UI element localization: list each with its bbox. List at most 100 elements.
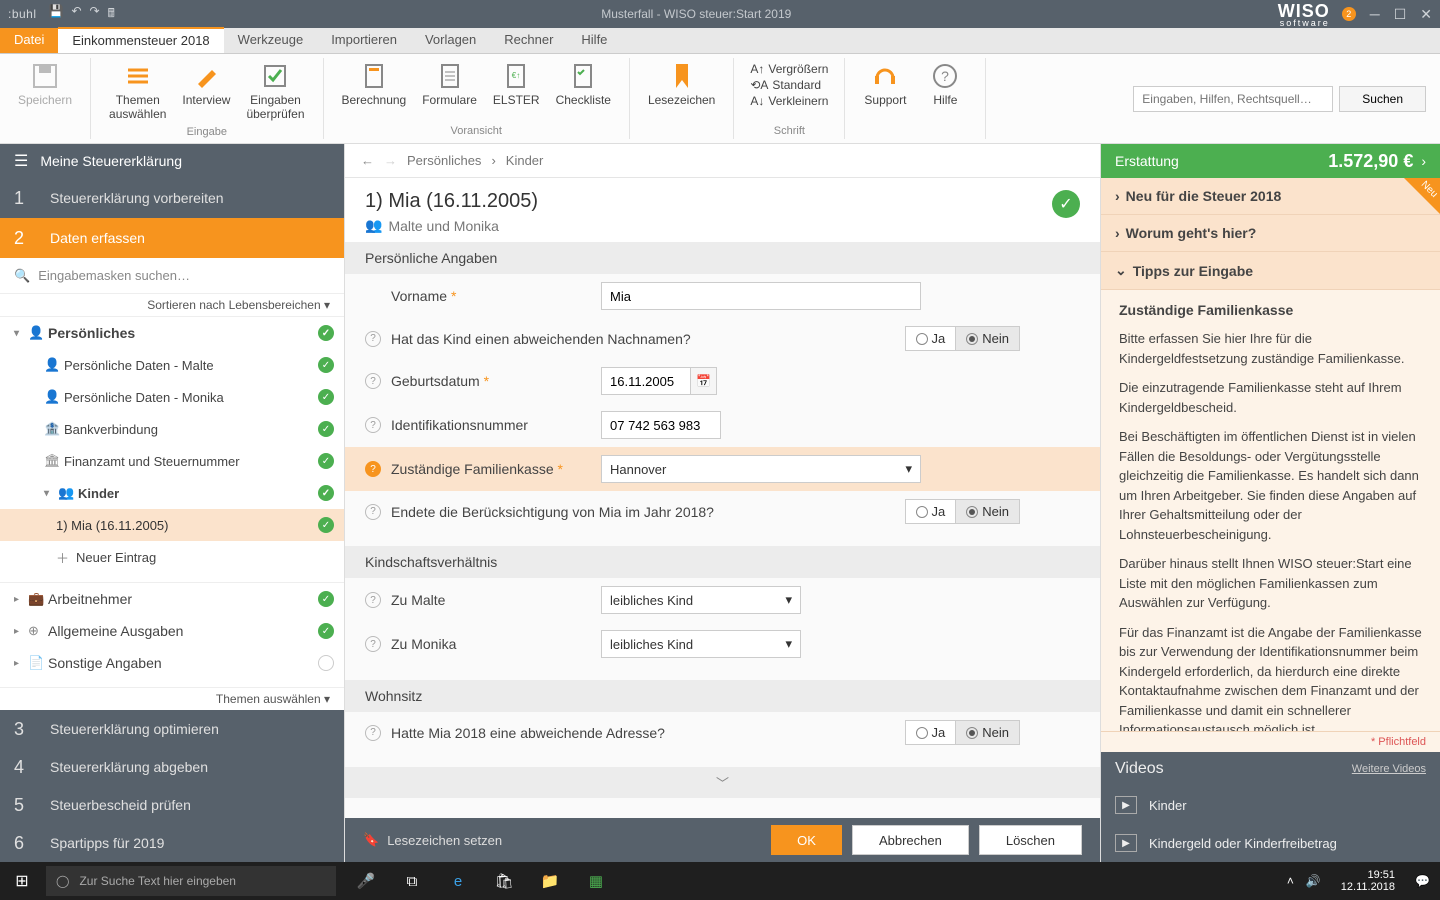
taskview-icon[interactable]: ⧉ bbox=[392, 866, 432, 896]
radio-ja[interactable]: Ja bbox=[905, 720, 957, 745]
acc-worum[interactable]: ›Worum geht's hier? bbox=[1101, 215, 1440, 252]
help-icon[interactable]: ? bbox=[365, 636, 381, 652]
clock[interactable]: 19:51 12.11.2018 bbox=[1333, 869, 1403, 893]
tray-chevron-icon[interactable]: ˄ bbox=[1287, 874, 1294, 888]
geburtsdatum-input[interactable] bbox=[601, 367, 691, 395]
start-button[interactable]: ⊞ bbox=[0, 871, 44, 891]
step-6[interactable]: 6Spartipps für 2019 bbox=[0, 824, 344, 862]
radio-ja[interactable]: Ja bbox=[905, 499, 957, 524]
search-input[interactable] bbox=[1133, 86, 1333, 112]
tree-mia[interactable]: 1) Mia (16.11.2005) ✓ bbox=[0, 509, 344, 541]
step-5[interactable]: 5Steuerbescheid prüfen bbox=[0, 786, 344, 824]
step-1[interactable]: 1 Steuererklärung vorbereiten bbox=[0, 178, 344, 218]
help-icon[interactable]: ? bbox=[365, 373, 381, 389]
radio-ja[interactable]: Ja bbox=[905, 326, 957, 351]
help-icon[interactable]: ? bbox=[365, 504, 381, 520]
taskbar-search[interactable]: ◯ Zur Suche Text hier eingeben bbox=[46, 866, 336, 896]
sidebar-search[interactable]: 🔍 Eingabemasken suchen… bbox=[0, 258, 344, 294]
cancel-button[interactable]: Abbrechen bbox=[852, 825, 969, 855]
minimize-icon[interactable]: ─ bbox=[1370, 6, 1380, 23]
ribbon-checkliste[interactable]: Checkliste bbox=[548, 58, 619, 125]
tree-kinder[interactable]: ▾ 👥 Kinder ✓ bbox=[0, 477, 344, 509]
tree-persoenliches[interactable]: ▾ 👤 Persönliches ✓ bbox=[0, 317, 344, 349]
radio-nein[interactable]: Nein bbox=[956, 499, 1020, 524]
search-button[interactable]: Suchen bbox=[1339, 86, 1426, 112]
sidebar-sort[interactable]: Sortieren nach Lebensbereichen ▾ bbox=[0, 294, 344, 317]
acc-neu[interactable]: ›Neu für die Steuer 2018 bbox=[1101, 178, 1440, 215]
sidebar-header[interactable]: ☰ Meine Steuererklärung bbox=[0, 144, 344, 178]
expand-section[interactable]: ﹀ bbox=[345, 767, 1100, 798]
breadcrumb-item[interactable]: Persönliches bbox=[407, 153, 481, 168]
step-3[interactable]: 3Steuererklärung optimieren bbox=[0, 710, 344, 748]
tab-einkommensteuer[interactable]: Einkommensteuer 2018 bbox=[58, 27, 223, 53]
tab-importieren[interactable]: Importieren bbox=[317, 28, 411, 53]
radio-nein[interactable]: Nein bbox=[956, 720, 1020, 745]
video-kinder[interactable]: ▶ Kinder bbox=[1101, 786, 1440, 824]
ribbon-berechnung[interactable]: Berechnung bbox=[334, 58, 415, 125]
delete-button[interactable]: Löschen bbox=[979, 825, 1082, 855]
tab-hilfe[interactable]: Hilfe bbox=[567, 28, 621, 53]
help-icon[interactable]: ? bbox=[365, 417, 381, 433]
tree-bank[interactable]: 🏦 Bankverbindung ✓ bbox=[0, 413, 344, 445]
ribbon-lesezeichen[interactable]: Lesezeichen bbox=[640, 58, 723, 137]
nav-forward-icon[interactable]: → bbox=[384, 153, 397, 168]
ribbon-elster[interactable]: €↑ ELSTER bbox=[485, 58, 548, 125]
undo-icon[interactable]: ↶ bbox=[71, 4, 81, 25]
app-icon[interactable]: ▦ bbox=[576, 866, 616, 896]
tree-malte[interactable]: 👤 Persönliche Daten - Malte ✓ bbox=[0, 349, 344, 381]
familienkasse-select[interactable]: Hannover▾ bbox=[601, 455, 921, 483]
calendar-icon[interactable]: 📅 bbox=[691, 367, 717, 395]
zu-malte-select[interactable]: leibliches Kind▾ bbox=[601, 586, 801, 614]
step-2[interactable]: 2 Daten erfassen bbox=[0, 218, 344, 258]
tree-monika[interactable]: 👤 Persönliche Daten - Monika ✓ bbox=[0, 381, 344, 413]
vorname-input[interactable] bbox=[601, 282, 921, 310]
zu-monika-select[interactable]: leibliches Kind▾ bbox=[601, 630, 801, 658]
ribbon-eingaben-pruefen[interactable]: Eingaben überprüfen bbox=[238, 58, 312, 126]
calc-icon[interactable]: 🖩 bbox=[108, 4, 115, 25]
ribbon-hilfe[interactable]: ? Hilfe bbox=[915, 58, 975, 137]
ribbon-support[interactable]: Support bbox=[855, 58, 915, 137]
edge-icon[interactable]: e bbox=[438, 866, 478, 896]
tab-werkzeuge[interactable]: Werkzeuge bbox=[224, 28, 318, 53]
ribbon-themen[interactable]: Themen auswählen bbox=[101, 58, 174, 126]
ribbon-interview[interactable]: Interview bbox=[174, 58, 238, 126]
help-icon[interactable]: ? bbox=[365, 592, 381, 608]
tree-sonstige[interactable]: ▸ 📄 Sonstige Angaben bbox=[0, 647, 344, 679]
breadcrumb-item[interactable]: Kinder bbox=[506, 153, 544, 168]
save-icon[interactable]: 💾 bbox=[49, 4, 64, 25]
radio-nein[interactable]: Nein bbox=[956, 326, 1020, 351]
video-kindergeld[interactable]: ▶ Kindergeld oder Kinderfreibetrag bbox=[1101, 824, 1440, 862]
tree-finanzamt[interactable]: 🏛 Finanzamt und Steuernummer ✓ bbox=[0, 445, 344, 477]
font-smaller[interactable]: A↓Verkleinern bbox=[750, 94, 828, 108]
nav-back-icon[interactable]: ← bbox=[361, 153, 374, 168]
tab-vorlagen[interactable]: Vorlagen bbox=[411, 28, 490, 53]
tab-file[interactable]: Datei bbox=[0, 28, 58, 53]
help-icon[interactable]: ? bbox=[365, 331, 381, 347]
tree-neuer-eintrag[interactable]: ＋ Neuer Eintrag bbox=[0, 541, 344, 573]
mic-icon[interactable]: 🎤 bbox=[346, 866, 386, 896]
idnr-input[interactable] bbox=[601, 411, 721, 439]
notifications-icon[interactable]: 💬 bbox=[1415, 874, 1430, 888]
ok-button[interactable]: OK bbox=[771, 825, 842, 855]
notification-badge[interactable]: 2 bbox=[1342, 7, 1356, 21]
acc-tipps[interactable]: ⌄Tipps zur Eingabe bbox=[1101, 252, 1440, 290]
maximize-icon[interactable]: ☐ bbox=[1394, 6, 1407, 23]
store-icon[interactable]: 🛍 bbox=[484, 866, 524, 896]
volume-icon[interactable]: 🔊 bbox=[1306, 874, 1321, 888]
tab-rechner[interactable]: Rechner bbox=[490, 28, 567, 53]
close-icon[interactable]: ✕ bbox=[1420, 6, 1432, 23]
tree-allg-ausgaben[interactable]: ▸ ⊕ Allgemeine Ausgaben ✓ bbox=[0, 615, 344, 647]
font-standard[interactable]: ⟲AStandard bbox=[750, 78, 828, 92]
help-icon[interactable]: ? bbox=[365, 461, 381, 477]
ribbon-formulare[interactable]: Formulare bbox=[414, 58, 485, 125]
tree-arbeitnehmer[interactable]: ▸ 💼 Arbeitnehmer ✓ bbox=[0, 583, 344, 615]
step-4[interactable]: 4Steuererklärung abgeben bbox=[0, 748, 344, 786]
ribbon-speichern[interactable]: Speichern bbox=[10, 58, 80, 137]
set-bookmark[interactable]: 🔖 Lesezeichen setzen bbox=[363, 832, 502, 848]
font-larger[interactable]: A↑Vergrößern bbox=[750, 62, 828, 76]
more-videos-link[interactable]: Weitere Videos bbox=[1352, 763, 1426, 775]
sidebar-tree-footer[interactable]: Themen auswählen ▾ bbox=[0, 687, 344, 710]
explorer-icon[interactable]: 📁 bbox=[530, 866, 570, 896]
redo-icon[interactable]: ↷ bbox=[90, 4, 100, 25]
help-icon[interactable]: ? bbox=[365, 725, 381, 741]
